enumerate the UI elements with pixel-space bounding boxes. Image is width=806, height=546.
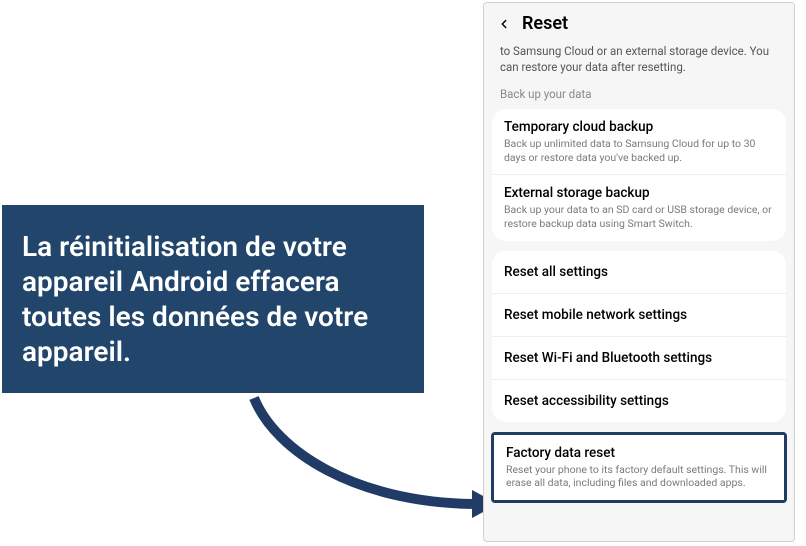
reset-accessibility-row[interactable]: Reset accessibility settings xyxy=(492,379,786,422)
external-storage-backup-row[interactable]: External storage backup Back up your dat… xyxy=(492,174,786,240)
page-title: Reset xyxy=(522,13,568,34)
reset-all-settings-row[interactable]: Reset all settings xyxy=(492,251,786,293)
row-sub: Back up your data to an SD card or USB s… xyxy=(504,203,774,230)
annotation-arrow xyxy=(246,392,506,524)
row-title: Reset accessibility settings xyxy=(504,393,669,409)
row-sub: Back up unlimited data to Samsung Cloud … xyxy=(504,137,774,164)
intro-text: to Samsung Cloud or an external storage … xyxy=(484,42,794,85)
callout-text: La réinitialisation de votre appareil An… xyxy=(22,229,404,369)
reset-mobile-network-row[interactable]: Reset mobile network settings xyxy=(492,293,786,336)
phone-screenshot: Reset to Samsung Cloud or an external st… xyxy=(483,2,795,542)
reset-card: Reset all settings Reset mobile network … xyxy=(492,251,786,422)
row-sub: Reset your phone to its factory default … xyxy=(506,463,772,490)
row-title: Temporary cloud backup xyxy=(504,119,774,135)
factory-data-reset-row[interactable]: Factory data reset Reset your phone to i… xyxy=(494,435,784,500)
back-icon[interactable] xyxy=(496,16,512,32)
temporary-cloud-backup-row[interactable]: Temporary cloud backup Back up unlimited… xyxy=(492,109,786,174)
reset-wifi-bluetooth-row[interactable]: Reset Wi-Fi and Bluetooth settings xyxy=(492,336,786,379)
row-title: Reset mobile network settings xyxy=(504,307,687,323)
phone-header: Reset xyxy=(484,3,794,42)
backup-card: Temporary cloud backup Back up unlimited… xyxy=(492,109,786,241)
row-title: Reset Wi-Fi and Bluetooth settings xyxy=(504,350,712,366)
row-title: Reset all settings xyxy=(504,264,608,280)
row-title: Factory data reset xyxy=(506,445,772,461)
section-label: Back up your data xyxy=(484,85,794,109)
row-title: External storage backup xyxy=(504,185,774,201)
factory-data-reset-highlight: Factory data reset Reset your phone to i… xyxy=(491,432,787,503)
callout-box: La réinitialisation de votre appareil An… xyxy=(2,205,424,393)
